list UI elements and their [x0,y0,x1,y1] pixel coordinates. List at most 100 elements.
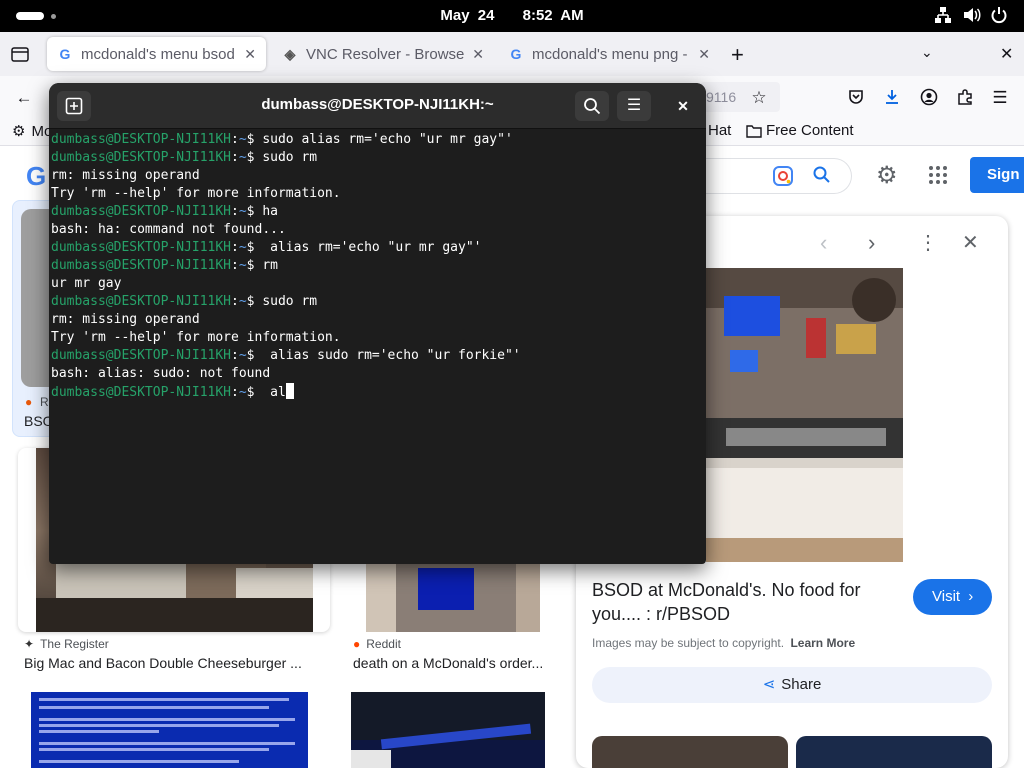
terminal-prompt-line: dumbass@DESKTOP-NJI11KH:~$ ha [51,203,691,221]
gear-icon: ⚙ [12,123,26,140]
sign-in-button[interactable]: Sign i [970,157,1024,193]
terminal-prompt-line: dumbass@DESKTOP-NJI11KH:~$ rm [51,257,691,275]
terminal-prompt-line: dumbass@DESKTOP-NJI11KH:~$ alias rm='ech… [51,239,691,257]
network-icon[interactable] [934,6,952,28]
volume-icon[interactable] [962,6,982,28]
command-text: $ rm [246,258,278,273]
result-source: R [40,395,49,409]
terminal-prompt-line: dumbass@DESKTOP-NJI11KH:~$ alias sudo rm… [51,347,691,365]
more-options-icon[interactable]: ⋮ [918,230,938,255]
google-logo[interactable]: G [26,161,46,192]
terminal-search-button[interactable] [575,91,609,121]
terminal-output-line: ur mr gay [51,276,122,291]
prompt-separator: : [231,294,239,309]
bookmark-folder-free-content[interactable]: Free Content [746,122,854,139]
command-text: $ sudo alias rm='echo "ur mr gay"' [246,132,513,147]
previous-chevron-icon[interactable]: ‹ [820,230,827,256]
close-panel-icon[interactable]: ✕ [962,230,979,255]
pocket-icon[interactable] [846,88,866,108]
clock-date: May 24 [440,7,495,24]
terminal-menu-button[interactable]: ☰ [617,91,651,121]
preview-title[interactable]: BSOD at McDonald's. No food for you.... … [592,578,892,626]
search-icon [584,98,601,115]
hamburger-menu-icon: ☰ [626,97,642,114]
learn-more-link[interactable]: Learn More [790,636,855,650]
prompt-separator: : [231,348,239,363]
extensions-icon[interactable] [955,88,975,108]
prompt-separator: : [231,204,239,219]
back-arrow-icon[interactable]: ← [14,88,34,108]
bookmark-item[interactable]: ⚙ Mo [12,122,52,141]
prompt-user: dumbass@DESKTOP-NJI11KH [51,150,232,165]
bookmark-star-icon[interactable]: ☆ [749,88,769,108]
tab-label: mcdonald's menu bsod - [81,45,239,63]
bsod-thumbnail[interactable] [31,692,308,768]
share-button[interactable]: ⋖ Share [592,667,992,703]
menu-thumbnail[interactable] [351,692,545,768]
reddit-icon: ● [353,637,361,651]
terminal-close-button[interactable]: ✕ [666,91,700,121]
list-tabs-icon[interactable]: ⌄ [921,44,933,61]
prompt-user: dumbass@DESKTOP-NJI11KH [51,294,232,309]
terminal-output-line: rm: missing operand [51,168,200,183]
terminal-prompt-line: dumbass@DESKTOP-NJI11KH:~$ sudo alias rm… [51,131,691,149]
result-caption[interactable]: death on a McDonald's order... [353,655,553,671]
preview-image[interactable] [706,268,903,562]
close-window-icon[interactable]: ✕ [1000,44,1013,64]
url-text: 9116 [706,89,737,105]
close-icon: ✕ [677,98,689,114]
tab-overview-icon[interactable] [10,44,30,64]
visit-label: Visit [932,588,961,605]
power-icon[interactable] [990,6,1008,28]
bookmark-item[interactable]: Hat [708,122,731,139]
close-tab-icon[interactable]: ✕ [698,46,710,63]
google-lens-icon[interactable] [772,165,794,192]
terminal-output-line: bash: alias: sudo: not found [51,366,271,381]
apps-grid-icon[interactable] [928,165,948,190]
copyright-text: Images may be subject to copyright. [592,636,785,650]
search-icon[interactable] [812,165,832,190]
new-tab-icon [65,97,83,115]
app-menu-icon[interactable]: ☰ [990,88,1010,108]
tab-mcdonalds-menu-png[interactable]: G mcdonald's menu png - G ✕ [498,37,720,71]
close-tab-icon[interactable]: ✕ [244,46,256,63]
terminal-output[interactable]: dumbass@DESKTOP-NJI11KH:~$ sudo alias rm… [51,131,691,402]
result-source-row: ✦ The Register [24,637,109,651]
tab-label: mcdonald's menu png - G [532,45,693,63]
settings-gear-icon[interactable]: ⚙ [876,161,898,190]
prompt-path: ~ [238,294,247,309]
clock-time: 8:52 AM [522,7,584,24]
related-image-thumbnail[interactable] [796,736,992,768]
result-thumbnail [366,564,540,632]
result-caption[interactable]: Big Mac and Bacon Double Cheeseburger ..… [24,655,324,671]
copyright-note: Images may be subject to copyright. Lear… [592,636,855,650]
share-label: Share [781,676,822,693]
reddit-icon: ● [25,395,33,409]
new-tab-icon[interactable]: + [731,42,744,68]
google-g-icon: G [59,46,71,62]
command-text: $ sudo rm [246,150,318,165]
result-source: Reddit [366,637,401,651]
prompt-user: dumbass@DESKTOP-NJI11KH [51,240,232,255]
terminal-window[interactable]: dumbass@DESKTOP-NJI11KH:~ ☰ ✕ dumbass@DE… [49,83,706,564]
terminal-output-line: rm: missing operand [51,312,200,327]
prompt-user: dumbass@DESKTOP-NJI11KH [51,258,232,273]
prompt-path: ~ [238,240,247,255]
chevron-right-icon: › [968,588,974,605]
account-icon[interactable] [919,88,939,108]
browser-tab-bar: G mcdonald's menu bsod - ✕ ◈ VNC Resolve… [0,32,1024,76]
clock[interactable]: May 24 8:52 AM [0,7,1024,24]
close-tab-icon[interactable]: ✕ [472,46,484,63]
prompt-path: ~ [238,258,247,273]
command-text: $ alias sudo rm='echo "ur forkie"' [246,348,521,363]
tab-mcdonalds-menu-bsod[interactable]: G mcdonald's menu bsod - ✕ [47,37,266,71]
next-chevron-icon[interactable]: › [868,230,875,256]
terminal-output-line: Try 'rm --help' for more information. [51,186,341,201]
related-image-thumbnail[interactable] [592,736,788,768]
new-tab-button[interactable] [57,91,91,121]
prompt-separator: : [231,258,239,273]
downloads-icon[interactable] [882,88,902,108]
visit-button[interactable]: Visit › [913,579,992,615]
tab-vnc-resolver[interactable]: ◈ VNC Resolver - Browse ✕ [272,37,494,71]
system-top-bar: May 24 8:52 AM [0,0,1024,32]
